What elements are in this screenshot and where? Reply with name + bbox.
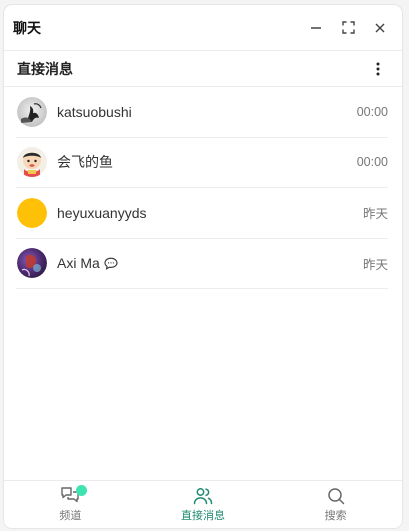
section-title: 直接消息 xyxy=(17,60,73,77)
search-icon xyxy=(327,487,344,504)
dm-item-axi-ma[interactable]: Axi Ma 昨天 xyxy=(16,239,388,289)
avatar xyxy=(17,96,47,127)
more-options-button[interactable] xyxy=(368,57,388,81)
dm-item-heyuxuanyyds[interactable]: heyuxuanyyds 昨天 xyxy=(16,188,388,239)
unread-badge xyxy=(76,485,87,496)
minimize-button[interactable] xyxy=(302,14,330,42)
dm-time: 昨天 xyxy=(362,257,388,272)
dm-name: 会飞的鱼 xyxy=(57,154,113,171)
tab-channels[interactable]: 频道 xyxy=(4,481,137,528)
close-button[interactable] xyxy=(366,14,394,42)
dm-list: katsuobushi 00:00 会飞的鱼 00:00 heyuxuanyyd… xyxy=(4,87,402,289)
dm-name: katsuobushi xyxy=(57,103,132,120)
dm-item-katsuobushi[interactable]: katsuobushi 00:00 xyxy=(16,87,388,138)
dm-time: 昨天 xyxy=(362,207,388,222)
chat-panel: 聊天 直接消息 katsuobushi 00:00 会飞的鱼 00:00 hey… xyxy=(3,4,403,529)
dm-time: 00:00 xyxy=(356,155,388,170)
dm-name: heyuxuanyyds xyxy=(57,204,147,221)
minimize-icon xyxy=(311,26,321,29)
dm-item-flying-fish[interactable]: 会飞的鱼 00:00 xyxy=(16,138,388,188)
dm-time: 00:00 xyxy=(356,104,388,119)
bottom-nav: 频道 直接消息 搜索 xyxy=(4,480,402,528)
tab-label: 频道 xyxy=(59,510,82,522)
users-icon xyxy=(193,487,213,504)
tab-search[interactable]: 搜索 xyxy=(269,481,402,528)
avatar xyxy=(17,147,47,178)
window-controls xyxy=(302,14,394,42)
more-vertical-icon xyxy=(376,62,380,75)
close-icon xyxy=(375,23,385,32)
dm-name: Axi Ma xyxy=(57,255,363,271)
window-title: 聊天 xyxy=(13,19,41,36)
tab-label: 直接消息 xyxy=(181,509,225,522)
fullscreen-button[interactable] xyxy=(334,14,362,42)
title-bar: 聊天 xyxy=(4,5,402,51)
section-header: 直接消息 xyxy=(4,51,402,87)
avatar xyxy=(17,197,47,228)
fullscreen-icon xyxy=(341,21,355,34)
chat-bubble-icon xyxy=(104,257,118,270)
tab-label: 搜索 xyxy=(324,509,347,522)
avatar xyxy=(17,248,47,279)
tab-direct-messages[interactable]: 直接消息 xyxy=(137,481,270,528)
